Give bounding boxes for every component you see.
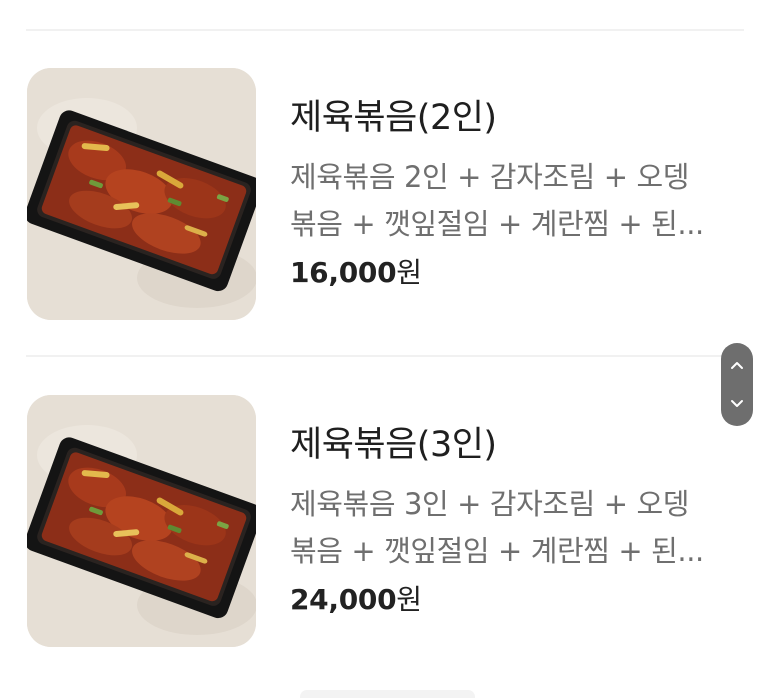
price-unit: 원	[396, 583, 422, 616]
scroll-control	[721, 343, 753, 426]
menu-item-price: 24,000원	[290, 583, 422, 617]
menu-item-title: 제육볶음(3인)	[290, 425, 497, 465]
divider	[26, 355, 744, 357]
menu-item-jeyuk-2[interactable]: 제육볶음(2인) 제육볶음 2인 + 감자조림 + 오뎅 볶음 + 깻잎절임 +…	[27, 68, 727, 320]
food-thumbnail	[27, 395, 256, 647]
menu-item-jeyuk-3[interactable]: 제육볶음(3인) 제육볶음 3인 + 감자조림 + 오뎅 볶음 + 깻잎절임 +…	[27, 395, 727, 647]
menu-item-description: 제육볶음 2인 + 감자조림 + 오뎅 볶음 + 깻잎절임 + 계란찜 + 된.…	[290, 154, 725, 248]
description-line: 볶음 + 깻잎절임 + 계란찜 + 된...	[290, 534, 704, 568]
menu-item-description: 제육볶음 3인 + 감자조림 + 오뎅 볶음 + 깻잎절임 + 계란찜 + 된.…	[290, 481, 725, 575]
scroll-up-button[interactable]	[721, 345, 753, 385]
menu-item-title: 제육볶음(2인)	[290, 98, 497, 138]
bottom-sheet-handle[interactable]	[300, 690, 475, 698]
chevron-down-icon	[731, 400, 743, 407]
description-line: 볶음 + 깻잎절임 + 계란찜 + 된...	[290, 207, 704, 241]
description-line: 제육볶음 3인 + 감자조림 + 오뎅	[290, 487, 690, 521]
divider	[26, 29, 744, 31]
price-number: 24,000	[290, 583, 397, 616]
price-number: 16,000	[290, 256, 397, 289]
menu-item-price: 16,000원	[290, 256, 422, 290]
price-unit: 원	[396, 256, 422, 289]
menu-list-page: 제육볶음(2인) 제육볶음 2인 + 감자조림 + 오뎅 볶음 + 깻잎절임 +…	[0, 0, 773, 698]
chevron-up-icon	[731, 362, 743, 369]
description-line: 제육볶음 2인 + 감자조림 + 오뎅	[290, 160, 690, 194]
scroll-down-button[interactable]	[721, 384, 753, 424]
food-thumbnail	[27, 68, 256, 320]
